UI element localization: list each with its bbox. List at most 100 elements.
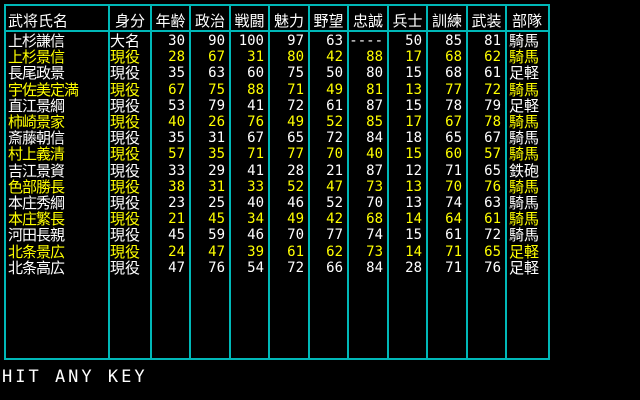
officer-politics: 35 xyxy=(208,146,225,163)
officer-combat: 71 xyxy=(247,146,264,163)
officer-soldiers: 15 xyxy=(405,65,422,82)
officer-training: 64 xyxy=(445,211,462,228)
officer-unit: 騎馬 xyxy=(509,194,540,212)
officer-politics: 45 xyxy=(208,211,225,228)
officer-ambition: 66 xyxy=(326,259,343,276)
table-row: 本庄秀綱 現役 23 25 40 46 52 70 13 74 63 騎馬 xyxy=(6,195,548,211)
officer-combat: 76 xyxy=(247,114,264,130)
header-unit: 部隊 xyxy=(511,12,542,30)
officer-politics: 26 xyxy=(208,114,225,130)
officer-combat: 39 xyxy=(247,243,264,260)
officer-status: 現役 xyxy=(110,145,141,164)
officer-combat: 31 xyxy=(247,49,264,66)
officer-soldiers: 15 xyxy=(405,146,422,163)
officer-age: 35 xyxy=(168,65,185,82)
officer-charisma: 49 xyxy=(287,114,304,130)
officer-charisma: 65 xyxy=(287,130,304,147)
officer-loyalty: ---- xyxy=(349,33,383,49)
header-charisma: 魅力 xyxy=(273,12,304,30)
officer-charisma: 97 xyxy=(287,33,304,49)
officer-training: 85 xyxy=(445,33,462,49)
table-row: 上杉謙信 大名 30 90 100 97 63 ---- 50 85 81 騎馬 xyxy=(6,33,548,49)
officer-politics: 59 xyxy=(208,227,225,244)
officer-soldiers: 17 xyxy=(405,114,422,130)
game-screen: 武将氏名 身分 年齢 政治 戦闘 魅力 野望 忠誠 兵士 訓練 武装 部隊 上杉… xyxy=(0,0,640,400)
officer-armament: 65 xyxy=(484,243,501,260)
header-status: 身分 xyxy=(114,12,145,30)
officer-combat: 33 xyxy=(247,178,264,195)
officer-loyalty: 70 xyxy=(366,195,383,211)
officer-loyalty: 84 xyxy=(366,130,383,147)
table-row: 河田長親 現役 45 59 46 70 77 74 15 61 72 騎馬 xyxy=(6,227,548,243)
officer-politics: 63 xyxy=(208,65,225,82)
officer-loyalty: 74 xyxy=(366,227,383,244)
officer-unit: 騎馬 xyxy=(509,32,540,50)
table-row: 宇佐美定満 現役 67 75 88 71 49 81 13 77 72 騎馬 xyxy=(6,82,548,98)
officer-loyalty: 81 xyxy=(366,81,383,98)
table-row: 色部勝長 現役 38 31 33 52 47 73 13 70 76 騎馬 xyxy=(6,179,548,195)
officer-age: 28 xyxy=(168,49,185,66)
officer-training: 71 xyxy=(445,162,462,179)
officer-politics: 79 xyxy=(208,97,225,114)
officer-unit: 騎馬 xyxy=(509,177,540,196)
officer-loyalty: 68 xyxy=(366,211,383,228)
officer-status: 現役 xyxy=(110,226,141,245)
officer-status: 現役 xyxy=(110,96,141,115)
officer-armament: 63 xyxy=(484,195,501,211)
officer-ambition: 70 xyxy=(326,146,343,163)
officer-name: 柿崎景家 xyxy=(8,113,65,131)
table-row: 柿崎景家 現役 40 26 76 49 52 85 17 67 78 騎馬 xyxy=(6,114,548,130)
officer-age: 21 xyxy=(168,211,185,228)
officer-ambition: 50 xyxy=(326,65,343,82)
officer-unit: 足軽 xyxy=(509,242,540,261)
officer-soldiers: 13 xyxy=(405,81,422,98)
officer-ambition: 61 xyxy=(326,97,343,114)
officer-charisma: 52 xyxy=(287,178,304,195)
officer-soldiers: 13 xyxy=(405,178,422,195)
officer-armament: 78 xyxy=(484,114,501,130)
officer-charisma: 70 xyxy=(287,227,304,244)
officer-status: 現役 xyxy=(110,113,141,131)
officer-unit: 騎馬 xyxy=(509,113,540,131)
officer-training: 61 xyxy=(445,227,462,244)
officer-charisma: 28 xyxy=(287,162,304,179)
officer-ambition: 21 xyxy=(326,162,343,179)
officer-loyalty: 84 xyxy=(366,259,383,276)
officer-age: 53 xyxy=(168,97,185,114)
officer-loyalty: 80 xyxy=(366,65,383,82)
officer-soldiers: 15 xyxy=(405,227,422,244)
officer-charisma: 49 xyxy=(287,211,304,228)
table-row: 上杉景信 現役 28 67 31 80 42 88 17 68 62 騎馬 xyxy=(6,49,548,65)
officer-combat: 40 xyxy=(247,195,264,211)
officer-combat: 67 xyxy=(247,130,264,147)
officer-soldiers: 14 xyxy=(405,243,422,260)
officer-training: 68 xyxy=(445,65,462,82)
header-armament: 武装 xyxy=(471,12,502,30)
officer-status: 現役 xyxy=(110,242,141,261)
officer-ambition: 63 xyxy=(326,33,343,49)
officer-soldiers: 17 xyxy=(405,49,422,66)
officer-status: 現役 xyxy=(110,80,141,99)
officer-name: 上杉景信 xyxy=(8,48,65,67)
officer-unit: 騎馬 xyxy=(509,226,540,245)
officer-status: 現役 xyxy=(110,129,141,148)
officer-loyalty: 87 xyxy=(366,97,383,114)
header-politics: 政治 xyxy=(194,12,225,30)
header-ambition: 野望 xyxy=(313,12,344,30)
officer-name: 斎藤朝信 xyxy=(8,129,65,148)
officer-loyalty: 73 xyxy=(366,178,383,195)
officer-training: 68 xyxy=(445,49,462,66)
officer-table: 武将氏名 身分 年齢 政治 戦闘 魅力 野望 忠誠 兵士 訓練 武装 部隊 上杉… xyxy=(4,4,550,360)
officer-age: 30 xyxy=(168,33,185,49)
officer-unit: 足軽 xyxy=(509,96,540,115)
officer-soldiers: 50 xyxy=(405,33,422,49)
officer-status: 現役 xyxy=(110,194,141,212)
officer-unit: 騎馬 xyxy=(509,48,540,67)
officer-politics: 76 xyxy=(208,259,225,276)
header-training: 訓練 xyxy=(431,12,462,30)
officer-armament: 62 xyxy=(484,49,501,66)
officer-soldiers: 14 xyxy=(405,211,422,228)
officer-armament: 81 xyxy=(484,33,501,49)
officer-unit: 騎馬 xyxy=(509,80,540,99)
officer-name: 直江景綱 xyxy=(8,96,65,115)
